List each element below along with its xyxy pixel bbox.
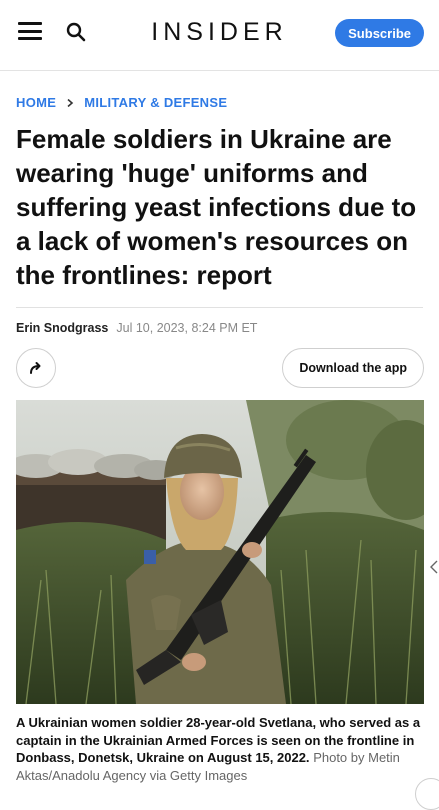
article-headline: Female soldiers in Ukraine are wearing '…: [16, 124, 417, 290]
chevron-right-icon: [67, 98, 74, 107]
share-arrow-icon: [30, 362, 41, 374]
byline: Erin Snodgrass Jul 10, 2023, 8:24 PM ET: [16, 321, 257, 335]
article-photo: [16, 400, 424, 704]
floating-corner-button[interactable]: [415, 778, 439, 810]
author-name[interactable]: Erin Snodgrass: [16, 321, 108, 335]
breadcrumb-section-link[interactable]: MILITARY & DEFENSE: [84, 95, 227, 110]
search-icon[interactable]: [66, 22, 86, 42]
photo-caption: A Ukrainian women soldier 28-year-old Sv…: [16, 714, 426, 784]
breadcrumb: HOME MILITARY & DEFENSE: [16, 95, 227, 110]
download-app-button[interactable]: Download the app: [282, 348, 424, 388]
breadcrumb-home-link[interactable]: HOME: [16, 95, 56, 110]
share-button[interactable]: [16, 348, 56, 388]
subscribe-button[interactable]: Subscribe: [335, 19, 424, 47]
hamburger-menu-icon[interactable]: [18, 22, 42, 40]
publish-date: Jul 10, 2023, 8:24 PM ET: [116, 321, 258, 335]
divider: [16, 307, 423, 308]
site-header: INSIDER Subscribe: [0, 0, 439, 71]
chevron-left-icon[interactable]: [429, 560, 439, 574]
